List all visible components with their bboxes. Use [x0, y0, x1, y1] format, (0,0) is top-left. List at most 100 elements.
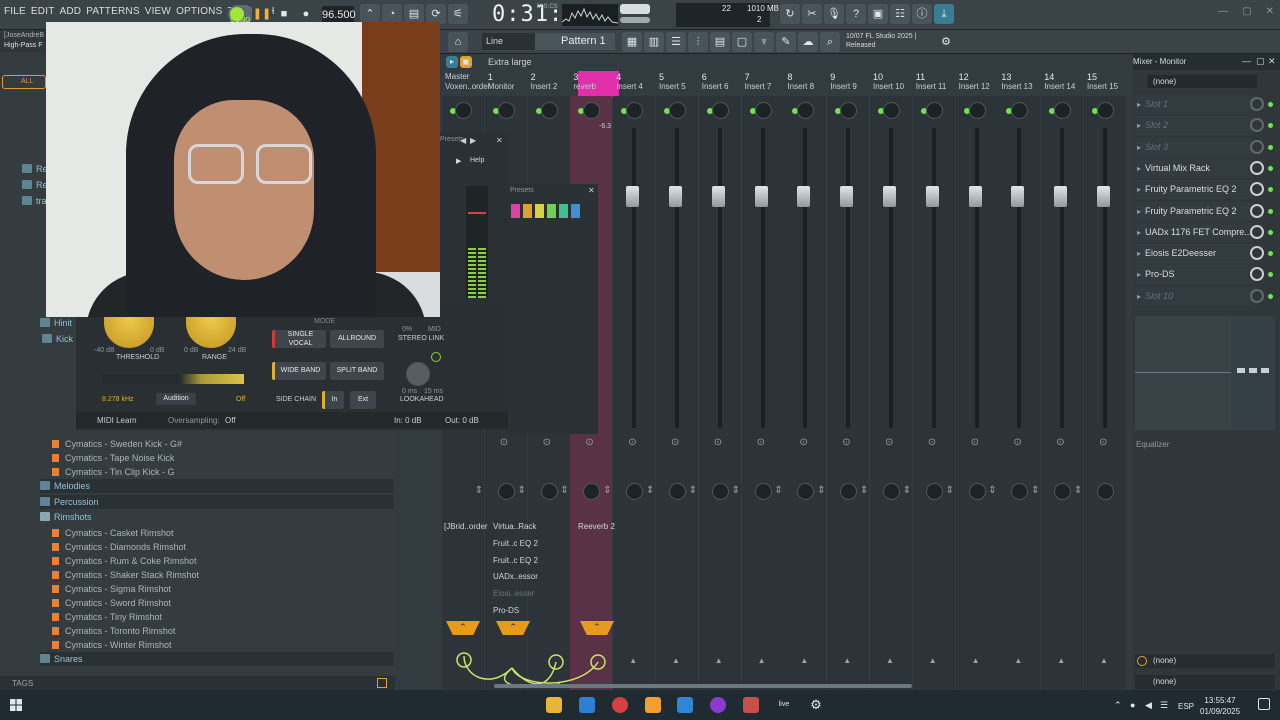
- strip-fader[interactable]: [1097, 186, 1110, 207]
- browser-icon[interactable]: ▢: [732, 32, 752, 52]
- strip-pan-knob[interactable]: [711, 102, 729, 119]
- strip-fader[interactable]: [925, 186, 939, 207]
- browser-file[interactable]: Cymatics - Tape Noise Kick: [52, 451, 392, 465]
- audition-button[interactable]: Audition: [156, 393, 196, 405]
- panel-maximize-icon[interactable]: ▢: [1256, 56, 1265, 67]
- strip-stereo-knob[interactable]: [925, 483, 943, 500]
- eq-faders[interactable]: [1231, 316, 1275, 430]
- menu-add[interactable]: ADD: [60, 6, 82, 17]
- strip-pan-knob[interactable]: [925, 102, 943, 119]
- menu-edit[interactable]: EDIT: [31, 6, 55, 17]
- plugin-next-icon[interactable]: ▶: [470, 136, 476, 145]
- refresh-icon[interactable]: ↻: [780, 4, 800, 24]
- strip-route-up-icon[interactable]: ▲: [1057, 656, 1065, 665]
- fx-mix-knob[interactable]: [1250, 97, 1264, 111]
- tab-green[interactable]: [547, 204, 556, 218]
- mixer-layout-icon[interactable]: ▸: [446, 56, 458, 68]
- strip-pan-knob[interactable]: [455, 102, 472, 119]
- browser-all-button[interactable]: ALL: [2, 75, 46, 89]
- fx-mix-knob[interactable]: [1250, 139, 1264, 154]
- snap-icon[interactable]: ⌂: [448, 32, 468, 52]
- strip-swap-icon[interactable]: ⇕: [946, 485, 954, 496]
- strip-swap-icon[interactable]: ⇕: [518, 485, 526, 496]
- obs-icon[interactable]: [710, 697, 726, 713]
- close-icon[interactable]: ✕: [1266, 6, 1274, 17]
- browser-file[interactable]: Cymatics - Diamonds Rimshot: [52, 540, 392, 554]
- menu-file[interactable]: FILE: [4, 6, 26, 17]
- mixer-size-label[interactable]: Extra large: [488, 57, 532, 67]
- plugin-close-icon[interactable]: ✕: [496, 136, 503, 145]
- strip-route-up-icon[interactable]: ▲: [929, 656, 937, 665]
- help-icon[interactable]: ?: [846, 4, 866, 24]
- mixer-strip-label[interactable]: 2 Insert 2: [531, 72, 571, 96]
- strip-pan-knob[interactable]: [1097, 102, 1114, 119]
- mixer-strip-label[interactable]: 6 Insert 6: [702, 72, 742, 96]
- browser-partial-row[interactable]: Re: [22, 162, 48, 176]
- playlist-icon[interactable]: ☰: [666, 32, 686, 52]
- loop-record-icon[interactable]: ⟳: [426, 4, 446, 24]
- browser-file[interactable]: Cymatics - Casket Rimshot: [52, 526, 392, 540]
- browser-file[interactable]: Cymatics - Sword Rimshot: [52, 596, 392, 610]
- browser-file[interactable]: Cymatics - Tin Clip Kick - G: [52, 465, 392, 479]
- allround-button[interactable]: ALLROUND: [330, 330, 384, 348]
- microphone-icon[interactable]: 🎙: [824, 4, 844, 24]
- mixer-strip-label[interactable]: 13 Insert 13: [1001, 72, 1041, 96]
- browser-folder[interactable]: Snares: [40, 651, 394, 666]
- mixer-strip-label[interactable]: 5 Insert 5: [659, 72, 699, 96]
- strip-phase-icon[interactable]: ⊙: [1013, 437, 1021, 448]
- monitor-fx-slot[interactable]: Eiosi..esser: [493, 589, 534, 598]
- tray-chevron-icon[interactable]: ⌃: [1114, 700, 1122, 711]
- strip-pan-knob[interactable]: [669, 102, 686, 119]
- browser-partial-row[interactable]: Kick: [42, 332, 73, 346]
- strip-pan-knob[interactable]: [883, 102, 900, 119]
- mixer-view-icon[interactable]: ⫶: [688, 32, 708, 52]
- mixer-strip-label[interactable]: 9 Insert 9: [830, 72, 870, 96]
- mixer-output-2[interactable]: (none): [1135, 675, 1275, 689]
- cloud-icon[interactable]: ☁: [798, 32, 818, 52]
- strip-stereo-knob[interactable]: [497, 483, 515, 500]
- mixer-fx-slot[interactable]: Slot 2: [1135, 116, 1253, 136]
- step-edit-icon[interactable]: ⚟: [448, 4, 468, 24]
- midi-learn-button[interactable]: MIDI Learn: [97, 416, 137, 425]
- strip-pan-knob[interactable]: [754, 102, 772, 119]
- single-vocal-button[interactable]: SINGLE VOCAL: [272, 330, 326, 348]
- side-chain-ext-button[interactable]: Ext: [350, 391, 376, 409]
- browser-folder[interactable]: Percussion: [40, 494, 394, 509]
- tray-clock[interactable]: 13:55:47 01/09/2025: [1200, 695, 1240, 717]
- strip-swap-icon[interactable]: ⇕: [646, 485, 654, 496]
- plugin-prev-icon[interactable]: ◀: [460, 136, 466, 145]
- mixer-strip-label[interactable]: 7 Insert 7: [745, 72, 785, 96]
- panel-close-icon[interactable]: ✕: [1268, 56, 1276, 67]
- tray-network-icon[interactable]: ☰: [1160, 700, 1168, 711]
- browser-file[interactable]: Cymatics - Tiny Rimshot: [52, 610, 392, 624]
- mixer-strip-label[interactable]: 3 reverb: [573, 72, 613, 96]
- mixer-fx-slot[interactable]: Slot 3: [1135, 137, 1253, 157]
- browser-file[interactable]: Cymatics - Winter Rimshot: [52, 638, 392, 652]
- notification-icon[interactable]: [1258, 698, 1270, 710]
- channel-rack-icon[interactable]: ▥: [644, 32, 664, 52]
- windows-start-icon[interactable]: [10, 699, 22, 711]
- file-explorer-icon[interactable]: [546, 697, 562, 713]
- strip-route-up-icon[interactable]: ▲: [629, 656, 637, 665]
- plugin-picker-icon[interactable]: ♆: [754, 32, 774, 52]
- split-band-button[interactable]: SPLIT BAND: [330, 362, 384, 380]
- strip-stereo-knob[interactable]: [1097, 483, 1114, 500]
- mixer-fx-slot[interactable]: Fruity Parametric EQ 2: [1135, 201, 1253, 221]
- tab-yellow[interactable]: [535, 204, 544, 218]
- strip-phase-icon[interactable]: ⊙: [671, 437, 679, 448]
- plugin-help[interactable]: Help: [470, 157, 484, 164]
- fx-mix-knob[interactable]: [1250, 246, 1264, 261]
- tab-pink[interactable]: [511, 204, 520, 218]
- strip-fader[interactable]: [840, 186, 854, 207]
- strip-swap-icon[interactable]: ⇕: [860, 485, 868, 496]
- strip-swap-icon[interactable]: ⇕: [689, 485, 697, 496]
- strip-swap-icon[interactable]: ⇕: [603, 485, 611, 496]
- vscode-icon[interactable]: [677, 697, 693, 713]
- strip-swap-icon[interactable]: ⇕: [817, 485, 825, 496]
- strip-route-up-icon[interactable]: ▲: [1014, 656, 1022, 665]
- strip-phase-icon[interactable]: ⊙: [500, 437, 508, 448]
- fx-enable-led[interactable]: [1268, 293, 1273, 299]
- strip-route-up-icon[interactable]: ▲: [715, 656, 723, 665]
- strip-route-up-icon[interactable]: ▲: [886, 656, 894, 665]
- hint-icon[interactable]: ⌕: [820, 32, 840, 52]
